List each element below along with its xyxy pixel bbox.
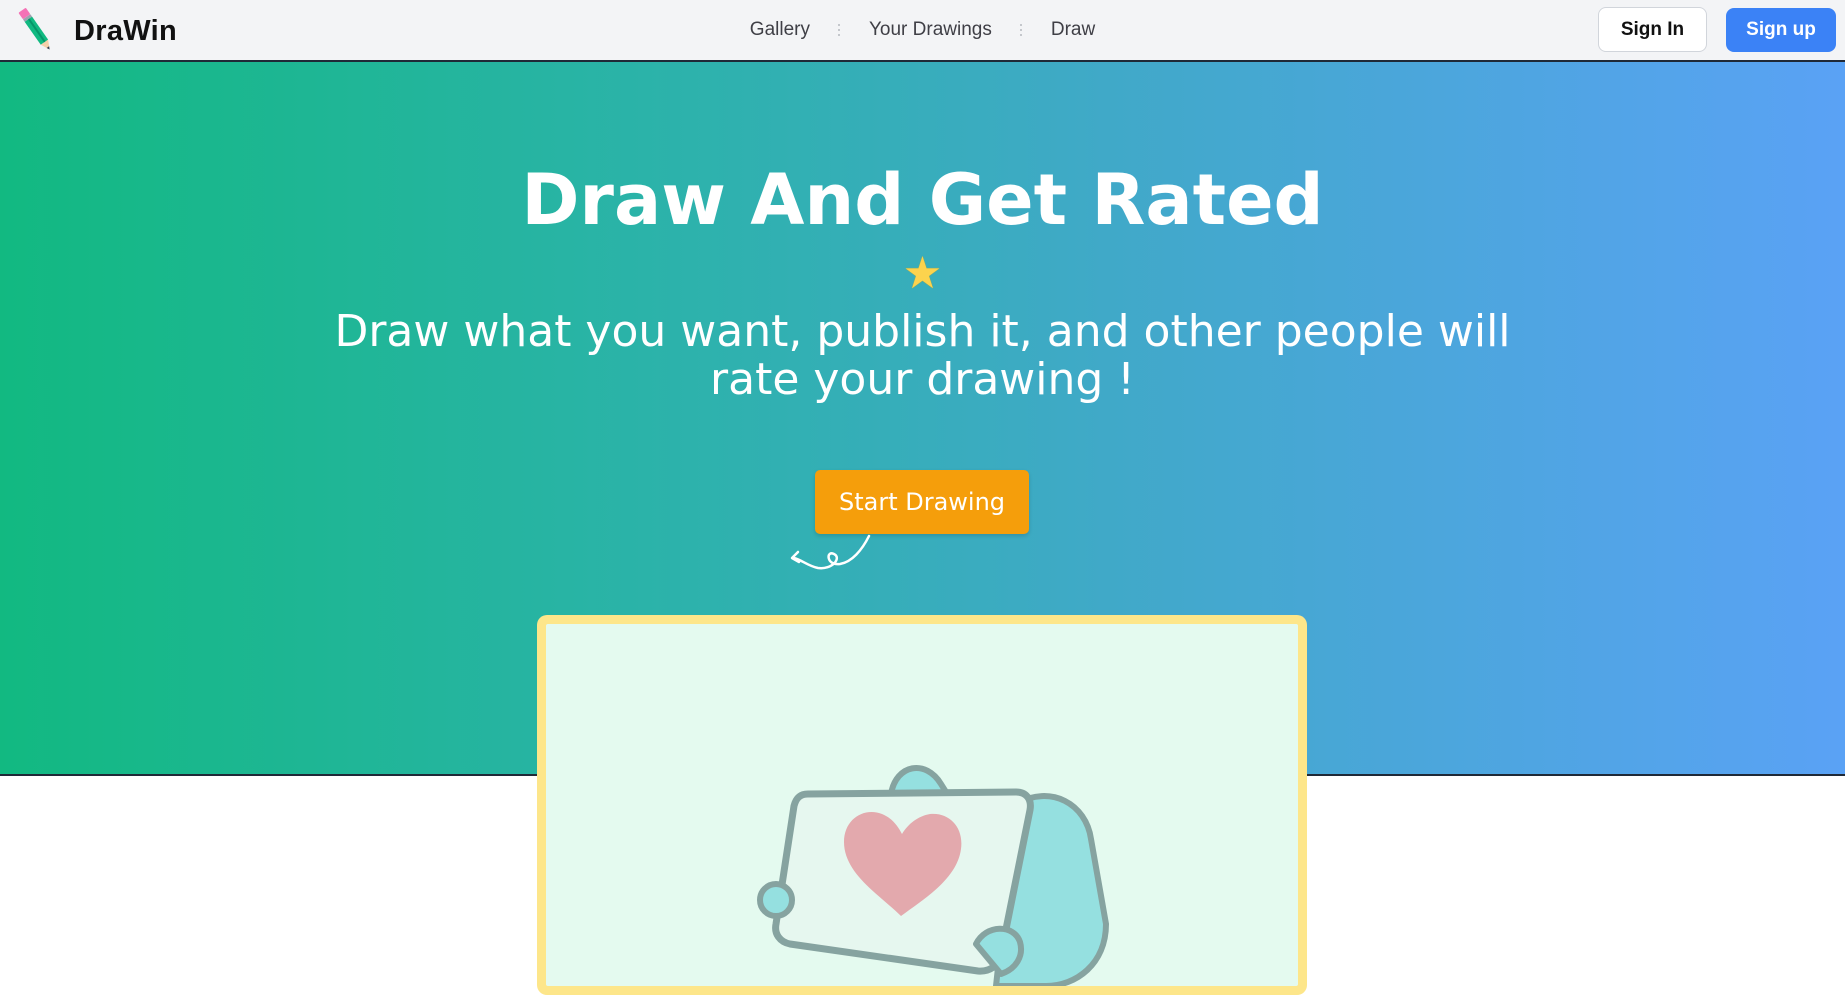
navbar: DraWin Gallery Your Drawings Draw Sign I…: [0, 0, 1845, 62]
nav-your-drawings-link[interactable]: Your Drawings: [869, 19, 992, 41]
squiggle-arrow-icon: [790, 534, 871, 570]
nav-gallery-link[interactable]: Gallery: [750, 19, 810, 41]
nav-separator: [838, 24, 841, 36]
nav-separator: [1020, 24, 1023, 36]
showcase-canvas: [546, 624, 1298, 986]
hero-title: Draw And Get Rated: [521, 159, 1324, 241]
sign-up-button[interactable]: Sign up: [1726, 8, 1836, 52]
main-nav: Gallery Your Drawings Draw: [0, 0, 1845, 60]
hero-subtitle: Draw what you want, publish it, and othe…: [334, 306, 1511, 405]
heart-card-hand-icon: [757, 765, 1109, 986]
sign-in-button[interactable]: Sign In: [1598, 7, 1707, 52]
star-icon: ★: [902, 249, 943, 298]
nav-draw-link[interactable]: Draw: [1051, 19, 1095, 41]
showcase-card: [537, 615, 1307, 995]
start-drawing-button[interactable]: Start Drawing: [815, 470, 1029, 534]
